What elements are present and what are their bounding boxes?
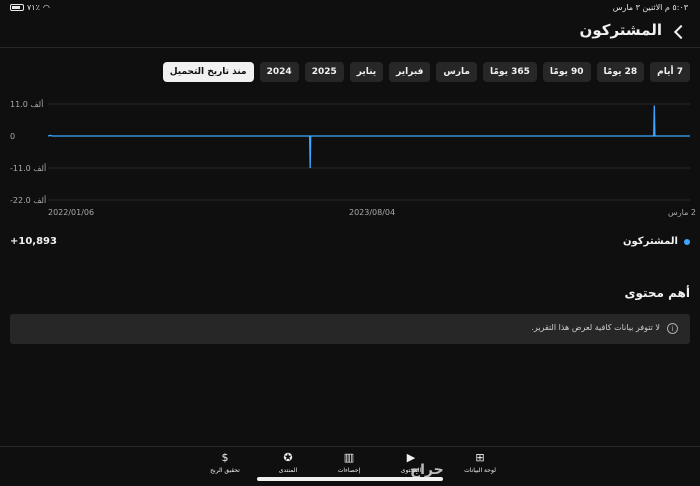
chip-lifetime[interactable]: منذ تاريخ التحميل (162, 62, 254, 82)
subscribers-total: +10,893 (10, 236, 57, 247)
watermark-logo: حراج (410, 462, 444, 478)
dollar-icon: $ (221, 451, 229, 464)
date-range-filters: 7 أيام 28 يومًا 90 يومًا 365 يومًا مارس … (162, 62, 690, 82)
chip-28-days[interactable]: 28 يومًا (596, 62, 645, 82)
community-icon: ✪ (283, 451, 293, 464)
wifi-icon: ◠ (42, 3, 50, 12)
status-indicators: ٧١٪ ◠ (10, 3, 50, 12)
chip-february[interactable]: فبراير (389, 62, 431, 82)
analytics-icon: ▥ (343, 451, 355, 464)
subscribers-chart: 11.0 ألف 0 -11.0 ألف -22.0 ألف 2022/01/0… (0, 96, 700, 222)
chip-7-days[interactable]: 7 أيام (650, 62, 690, 82)
status-time: ٥:٠٣ م الاثنين ٣ مارس (612, 3, 688, 12)
no-data-notice: i لا تتوفر بيانات كافية لعرض هذا التقرير… (10, 314, 690, 344)
header: المشتركون (0, 16, 700, 48)
chart-legend: المشتركون +10,893 (0, 236, 700, 250)
info-icon: i (667, 323, 678, 334)
chip-march[interactable]: مارس (436, 62, 477, 82)
chart-canvas (47, 103, 690, 201)
subscribers-series-line (47, 105, 690, 169)
battery-level: ٧١٪ (27, 3, 40, 12)
top-content-title: أهم محتوى (624, 286, 690, 300)
chip-2025[interactable]: 2025 (304, 62, 344, 82)
status-bar: ٥:٠٣ م الاثنين ٣ مارس ٧١٪ ◠ (0, 0, 700, 16)
y-tick-label: -22.0 ألف (10, 196, 47, 205)
back-chevron-icon[interactable] (670, 22, 690, 42)
legend-label: المشتركون (623, 236, 678, 247)
grid-icon: ⊞ (475, 451, 485, 464)
chip-2024[interactable]: 2024 (259, 62, 299, 82)
chip-365-days[interactable]: 365 يومًا (482, 62, 537, 82)
legend-color-dot (684, 239, 690, 245)
y-tick-label: -11.0 ألف (10, 164, 47, 173)
home-indicator[interactable] (257, 477, 443, 481)
nav-dashboard[interactable]: ⊞ لوحة البيانات (450, 451, 510, 481)
nav-label: المنتدى (278, 467, 298, 474)
page-title: المشتركون (579, 21, 662, 39)
nav-label: تحقيق الربح (210, 467, 240, 474)
x-tick-label: 2022/01/06 (48, 208, 95, 217)
battery-icon (10, 4, 24, 11)
nav-label: إحصاءات (337, 467, 361, 474)
y-tick-label: 0 (10, 132, 16, 141)
x-tick-label: 2 مارس (668, 208, 696, 217)
chip-january[interactable]: يناير (349, 62, 384, 82)
y-tick-label: 11.0 ألف (10, 100, 44, 109)
x-tick-label: 2023/08/04 (349, 208, 396, 217)
chip-90-days[interactable]: 90 يومًا (542, 62, 591, 82)
notice-text: لا تتوفر بيانات كافية لعرض هذا التقرير. (531, 323, 660, 332)
nav-label: لوحة البيانات (464, 467, 496, 474)
nav-monetization[interactable]: $ تحقيق الربح (195, 451, 255, 481)
